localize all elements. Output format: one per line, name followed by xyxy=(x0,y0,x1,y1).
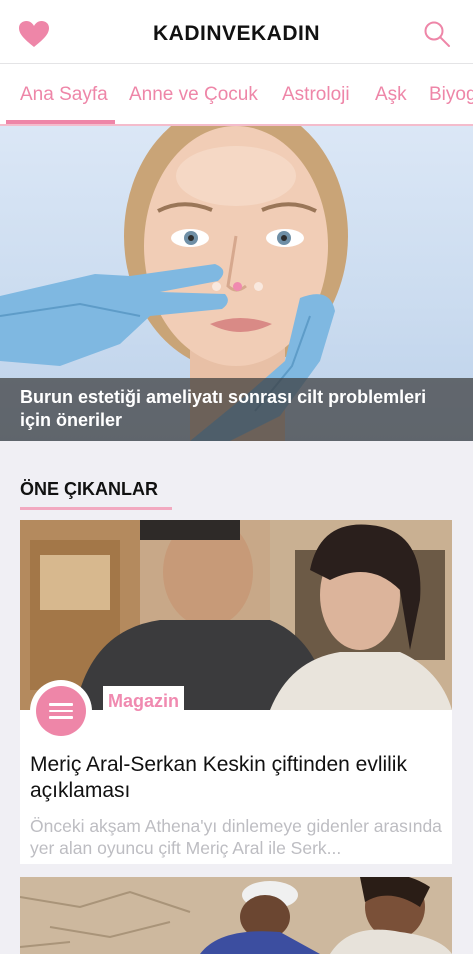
slider-dots xyxy=(212,282,263,291)
tab-ask[interactable]: Aşk xyxy=(375,84,407,106)
hamburger-icon xyxy=(36,686,86,736)
article-excerpt: Önceki akşam Athena'yı dinlemeye gidenle… xyxy=(30,816,442,858)
slider-dot[interactable] xyxy=(254,282,263,291)
card-menu-button[interactable] xyxy=(30,680,92,742)
section-underline xyxy=(20,507,172,510)
search-icon[interactable] xyxy=(423,20,451,48)
section-title: ÖNE ÇIKANLAR xyxy=(20,479,158,499)
tab-anne-ve-cocuk[interactable]: Anne ve Çocuk xyxy=(129,84,258,106)
app-title: KADINVEKADIN xyxy=(152,22,320,45)
slider-dot[interactable] xyxy=(212,282,221,291)
hero-caption-text: Burun estetiği ameliyatı sonrası cilt pr… xyxy=(20,387,427,430)
featured-article-card-2[interactable] xyxy=(20,877,452,954)
tab-astroloji[interactable]: Astroloji xyxy=(282,84,350,106)
tab-ana-sayfa[interactable]: Ana Sayfa xyxy=(20,84,108,106)
app-header: KADINVEKADIN xyxy=(0,0,473,64)
article-image xyxy=(20,520,452,710)
hero-caption-bar[interactable]: Burun estetiği ameliyatı sonrası cilt pr… xyxy=(0,378,473,441)
article-image xyxy=(20,877,452,954)
category-tabs: Ana Sayfa Anne ve Çocuk Astroloji Aşk Bi… xyxy=(0,64,473,126)
tab-biyografi[interactable]: Biyog xyxy=(429,84,473,106)
active-tab-indicator xyxy=(6,120,115,124)
featured-article-card[interactable]: Magazin Meriç Aral-Serkan Keskin çiftind… xyxy=(20,520,452,864)
category-badge[interactable]: Magazin xyxy=(103,686,185,716)
article-title[interactable]: Meriç Aral-Serkan Keskin çiftinden evlil… xyxy=(30,752,440,804)
slider-dot-active[interactable] xyxy=(233,282,242,291)
